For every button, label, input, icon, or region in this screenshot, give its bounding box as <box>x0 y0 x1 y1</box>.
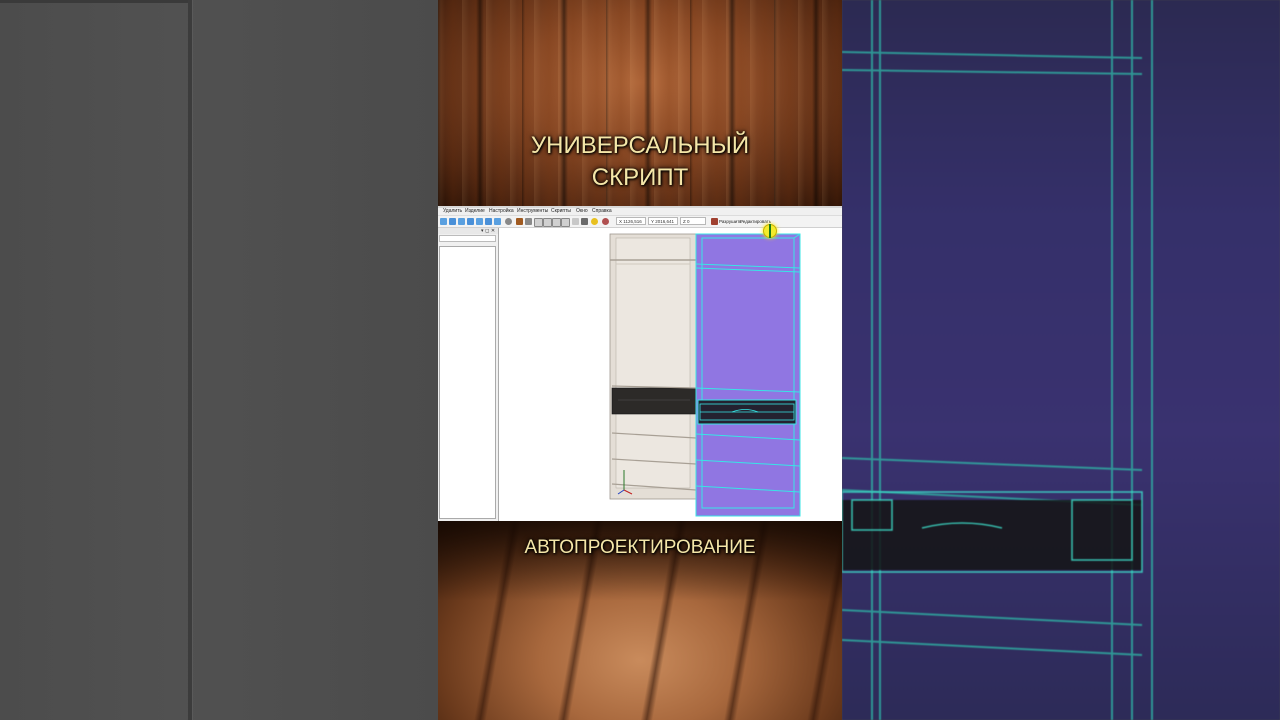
menu-product[interactable]: Изделие <box>465 208 485 215</box>
view-back-icon[interactable] <box>476 218 483 225</box>
menu-window[interactable]: Окно <box>576 208 588 215</box>
view-top-icon[interactable] <box>458 218 465 225</box>
select-icon[interactable] <box>572 218 579 225</box>
toolbar: X 1126,516 Y 2016,641 Z 0 Разрушить Реда… <box>438 216 842 228</box>
wireframe-icon[interactable] <box>525 218 532 225</box>
light-icon[interactable] <box>591 218 598 225</box>
cabinet-model <box>609 233 801 517</box>
view-right-icon[interactable] <box>467 218 474 225</box>
title-line-2: СКРИПТ <box>591 164 689 191</box>
subtitle-caption: АВТОПРОЕКТИРОВАНИЕ <box>524 537 756 558</box>
left-drawer <box>611 387 697 415</box>
menu-bar: Удалить Изделие Настройка Инструменты Ск… <box>438 206 842 216</box>
cad-app-window: Удалить Изделие Настройка Инструменты Ск… <box>438 206 842 521</box>
object-panel: ▾ ◻ ✕ <box>438 228 499 521</box>
cursor-highlight <box>763 224 777 238</box>
texture-icon[interactable] <box>516 218 523 225</box>
backdrop-wireframe <box>842 0 1153 720</box>
panel-dropdown[interactable] <box>439 235 496 242</box>
3d-viewport[interactable] <box>500 228 842 521</box>
left-backdrop <box>0 0 438 720</box>
view-left-icon[interactable] <box>449 218 456 225</box>
video-frame: УНИВЕРСАЛЬНЫЙ СКРИПТ Удалить Изделие Нас… <box>438 0 842 720</box>
view-front-icon[interactable] <box>440 218 447 225</box>
view-iso-icon[interactable] <box>494 218 501 225</box>
menu-tools[interactable]: Инструменты <box>517 208 548 215</box>
menu-delete[interactable]: Удалить <box>443 208 462 215</box>
backdrop-window-edge <box>0 0 190 3</box>
y-coord-field[interactable]: Y 2016,641 <box>648 217 678 225</box>
box2-icon[interactable] <box>543 218 552 227</box>
right-cabinet-selected <box>695 233 801 517</box>
break-button[interactable]: Разрушить <box>719 218 742 225</box>
backdrop-panel-divider <box>188 0 192 720</box>
menu-scripts[interactable]: Скрипты <box>551 208 571 215</box>
menu-settings[interactable]: Настройка <box>489 208 514 215</box>
camera-icon[interactable] <box>581 218 588 225</box>
object-tree[interactable] <box>439 246 496 519</box>
title-caption: УНИВЕРСАЛЬНЫЙ СКРИПТ <box>438 130 842 194</box>
view-bottom-icon[interactable] <box>485 218 492 225</box>
z-coord-field[interactable]: Z 0 <box>680 217 706 225</box>
x-coord-field[interactable]: X 1126,516 <box>616 217 646 225</box>
panel-window-controls[interactable]: ▾ ◻ ✕ <box>481 228 495 234</box>
box4-icon[interactable] <box>561 218 570 227</box>
menu-help[interactable]: Справка <box>592 208 612 215</box>
box3-icon[interactable] <box>552 218 561 227</box>
title-line-1: УНИВЕРСАЛЬНЫЙ <box>530 132 750 159</box>
box-icon[interactable] <box>534 218 543 227</box>
material-icon[interactable] <box>602 218 609 225</box>
break-icon <box>711 218 718 225</box>
right-backdrop <box>842 0 1280 720</box>
rotate-icon[interactable] <box>505 218 512 225</box>
panel-header: ▾ ◻ ✕ <box>438 228 498 234</box>
left-cabinet <box>609 233 697 500</box>
